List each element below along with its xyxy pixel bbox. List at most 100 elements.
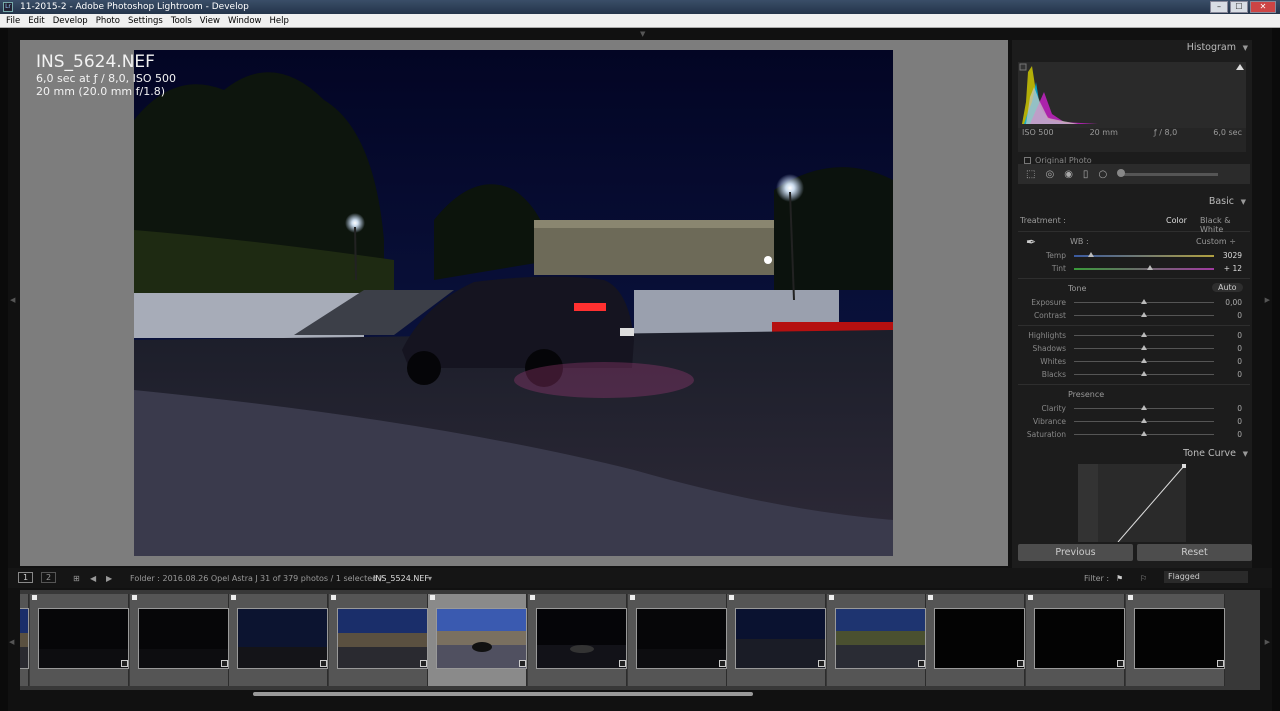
menu-window[interactable]: Window bbox=[228, 14, 262, 27]
flag-icon[interactable] bbox=[330, 595, 336, 600]
thumbnail[interactable] bbox=[735, 608, 827, 669]
secondary-window-button[interactable]: 2 bbox=[41, 572, 57, 583]
temp-slider[interactable]: Temp 3029 bbox=[1018, 249, 1250, 262]
highlights-knob[interactable] bbox=[1141, 332, 1147, 337]
filmstrip-cell[interactable] bbox=[528, 594, 627, 686]
filmstrip-cell[interactable] bbox=[926, 594, 1026, 686]
filmstrip-cell[interactable] bbox=[826, 594, 926, 686]
treatment-bw[interactable]: Black & White bbox=[1200, 216, 1250, 234]
adjustment-brush-slider[interactable] bbox=[1117, 168, 1219, 177]
menu-develop[interactable]: Develop bbox=[53, 14, 88, 27]
filmstrip-cell[interactable] bbox=[727, 594, 827, 686]
clarity-slider[interactable]: Clarity 0 bbox=[1018, 402, 1250, 415]
unflagged-filter-icon[interactable]: ⚐ bbox=[1140, 574, 1147, 583]
filmstrip-cell[interactable] bbox=[1026, 594, 1125, 686]
thumbnail[interactable] bbox=[1133, 608, 1225, 669]
eyedropper-icon[interactable]: ✒ bbox=[1026, 235, 1036, 249]
flag-icon[interactable] bbox=[131, 595, 137, 600]
whites-knob[interactable] bbox=[1141, 358, 1147, 363]
filmstrip-cell[interactable] bbox=[30, 594, 129, 686]
flag-icon[interactable] bbox=[928, 595, 934, 600]
filmstrip-cell[interactable] bbox=[328, 594, 428, 686]
folder-path[interactable]: Folder : 2016.08.26 Opel Astra J bbox=[130, 574, 258, 583]
menu-tools[interactable]: Tools bbox=[171, 14, 192, 27]
thumbnail[interactable] bbox=[137, 608, 229, 669]
thumbnail[interactable] bbox=[1034, 608, 1125, 669]
tone-curve-graph[interactable] bbox=[1078, 464, 1186, 543]
filter-preset-select[interactable]: Flagged bbox=[1164, 571, 1248, 583]
tint-slider[interactable]: Tint + 12 bbox=[1018, 262, 1250, 275]
menu-edit[interactable]: Edit bbox=[28, 14, 44, 27]
filmstrip-cell-selected[interactable] bbox=[428, 594, 528, 686]
histogram[interactable]: ISO 500 20 mm ƒ / 8,0 6,0 sec Original P… bbox=[1018, 62, 1246, 165]
flag-icon[interactable] bbox=[1127, 595, 1133, 600]
histogram-header[interactable]: Histogram ▼ bbox=[1012, 40, 1252, 56]
graduated-filter-icon[interactable]: ▯ bbox=[1083, 169, 1089, 180]
minimize-button[interactable]: – bbox=[1210, 1, 1228, 13]
thumbnail[interactable] bbox=[336, 608, 428, 669]
flag-filter-icon[interactable]: ⚑ bbox=[1116, 574, 1123, 583]
main-window-button[interactable]: 1 bbox=[18, 572, 34, 583]
selected-filename[interactable]: INS_5524.NEF bbox=[373, 574, 429, 583]
basic-header[interactable]: Basic ▼ bbox=[1018, 194, 1250, 210]
thumbnail[interactable] bbox=[635, 608, 727, 669]
previous-button[interactable]: Previous bbox=[1018, 544, 1133, 561]
collapse-icon[interactable]: ▼ bbox=[1243, 446, 1248, 462]
menu-settings[interactable]: Settings bbox=[128, 14, 163, 27]
menu-view[interactable]: View bbox=[200, 14, 220, 27]
collapse-icon[interactable]: ▼ bbox=[1243, 40, 1248, 56]
forward-arrow-icon[interactable]: ▶ bbox=[106, 574, 112, 583]
filename-dropdown-icon[interactable]: ▾ bbox=[428, 574, 432, 583]
radial-filter-icon[interactable]: ○ bbox=[1098, 169, 1107, 180]
menu-file[interactable]: File bbox=[6, 14, 20, 27]
vibrance-slider[interactable]: Vibrance 0 bbox=[1018, 415, 1250, 428]
filmstrip-cell[interactable] bbox=[627, 594, 727, 686]
tone-curve-header[interactable]: Tone Curve ▼ bbox=[1012, 446, 1252, 462]
exposure-knob[interactable] bbox=[1141, 299, 1147, 304]
back-arrow-icon[interactable]: ◀ bbox=[90, 574, 96, 583]
reset-button[interactable]: Reset bbox=[1137, 544, 1252, 561]
left-panel-toggle-icon[interactable]: ◀ bbox=[10, 296, 15, 304]
thumbnail[interactable] bbox=[38, 608, 129, 669]
shadows-slider[interactable]: Shadows 0 bbox=[1018, 342, 1250, 355]
red-eye-icon[interactable]: ◉ bbox=[1064, 169, 1073, 180]
exposure-slider[interactable]: Exposure 0,00 bbox=[1018, 296, 1250, 309]
whites-slider[interactable]: Whites 0 bbox=[1018, 355, 1250, 368]
checkbox-icon[interactable] bbox=[1024, 157, 1031, 164]
top-panel-toggle-icon[interactable]: ▼ bbox=[640, 30, 645, 38]
grid-icon[interactable]: ⊞ bbox=[73, 574, 80, 583]
flag-icon[interactable] bbox=[32, 595, 37, 600]
collapse-icon[interactable]: ▼ bbox=[1241, 194, 1246, 210]
saturation-knob[interactable] bbox=[1141, 431, 1147, 436]
flag-icon[interactable] bbox=[231, 595, 237, 600]
blacks-knob[interactable] bbox=[1141, 371, 1147, 376]
saturation-slider[interactable]: Saturation 0 bbox=[1018, 428, 1250, 441]
menu-help[interactable]: Help bbox=[269, 14, 288, 27]
crop-icon[interactable]: ⬚ bbox=[1026, 169, 1035, 180]
treatment-color[interactable]: Color bbox=[1166, 216, 1187, 225]
maximize-button[interactable]: ☐ bbox=[1230, 1, 1248, 13]
filmstrip-cell[interactable] bbox=[20, 594, 29, 686]
flag-icon[interactable] bbox=[828, 595, 834, 600]
contrast-slider[interactable]: Contrast 0 bbox=[1018, 309, 1250, 322]
thumbnail[interactable] bbox=[834, 608, 926, 669]
flag-icon[interactable] bbox=[629, 595, 635, 600]
close-button[interactable]: ✕ bbox=[1250, 1, 1276, 13]
flag-icon[interactable] bbox=[430, 595, 436, 600]
filmstrip-cell[interactable] bbox=[229, 594, 329, 686]
wb-preset[interactable]: Custom ÷ bbox=[1196, 237, 1236, 246]
shadows-knob[interactable] bbox=[1141, 345, 1147, 350]
temp-knob[interactable] bbox=[1087, 252, 1094, 257]
flag-icon[interactable] bbox=[530, 595, 535, 600]
thumbnail[interactable] bbox=[237, 608, 329, 669]
filmstrip-left-icon[interactable]: ◀ bbox=[9, 638, 14, 646]
menu-photo[interactable]: Photo bbox=[96, 14, 120, 27]
tint-knob[interactable] bbox=[1146, 265, 1153, 270]
main-photo[interactable] bbox=[134, 50, 893, 556]
filmstrip-right-icon[interactable]: ▶ bbox=[1265, 638, 1270, 646]
spot-removal-icon[interactable]: ◎ bbox=[1045, 169, 1054, 180]
highlights-slider[interactable]: Highlights 0 bbox=[1018, 329, 1250, 342]
blacks-slider[interactable]: Blacks 0 bbox=[1018, 368, 1250, 381]
thumbnail[interactable] bbox=[934, 608, 1026, 669]
right-panel-toggle-icon[interactable]: ▶ bbox=[1265, 296, 1270, 304]
